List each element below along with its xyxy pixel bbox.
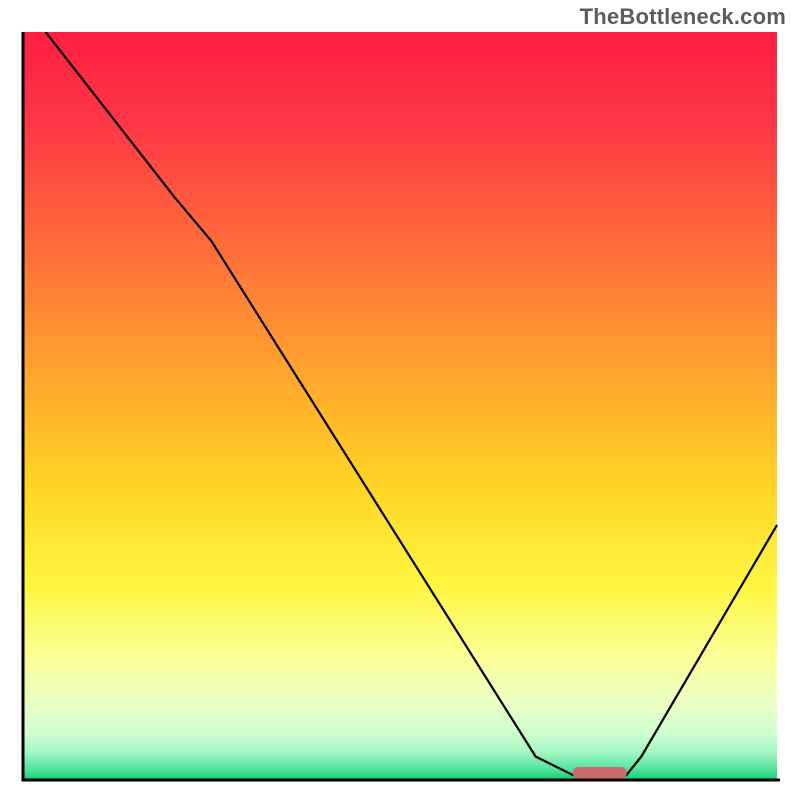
- plot-svg: [20, 32, 780, 782]
- optimum-marker: [573, 768, 626, 779]
- chart-canvas: TheBottleneck.com: [0, 0, 800, 800]
- gradient-fill: [23, 32, 777, 779]
- watermark-text: TheBottleneck.com: [580, 4, 786, 30]
- plot-area: [20, 32, 780, 782]
